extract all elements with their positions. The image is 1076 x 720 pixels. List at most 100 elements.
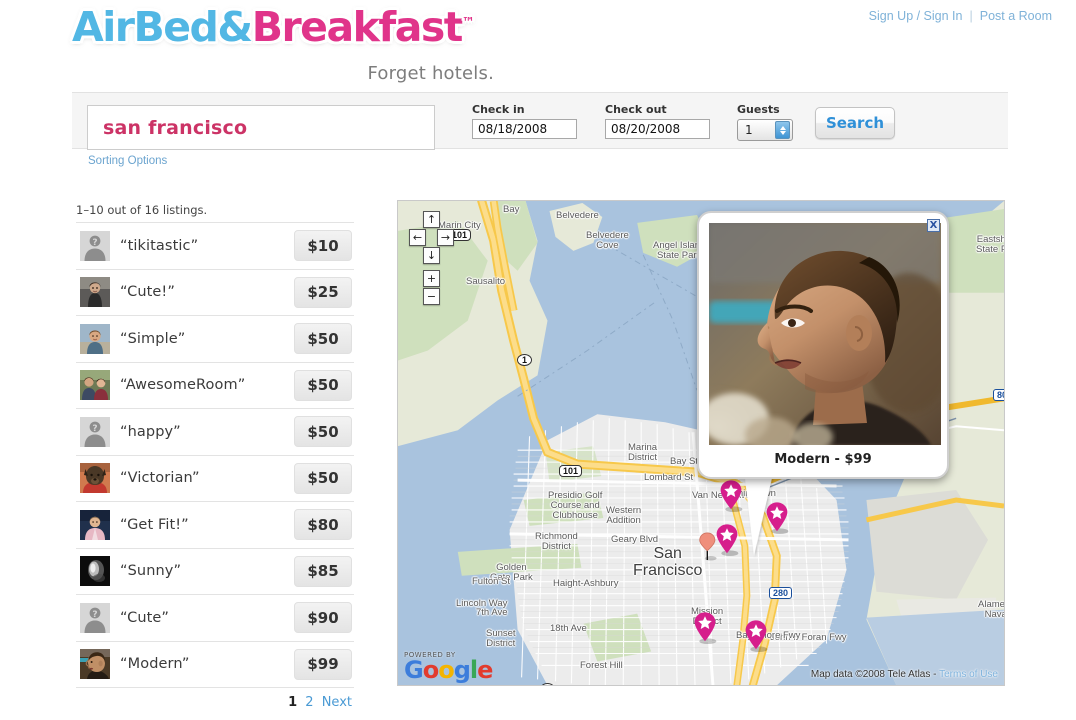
listing-price[interactable]: $99 bbox=[294, 648, 352, 680]
listing-title[interactable]: “happy” bbox=[120, 424, 294, 440]
listing-title[interactable]: “tikitastic” bbox=[120, 238, 294, 254]
checkout-input[interactable] bbox=[605, 119, 710, 139]
listing-row[interactable]: ? “happy” $50 bbox=[76, 408, 354, 455]
listing-count: 1–10 out of 16 listings. bbox=[76, 203, 208, 217]
site-logo[interactable]: AirBed&Breakfast™ Forget hotels. bbox=[72, 3, 494, 84]
infowindow: Modern - $99 X bbox=[697, 211, 949, 479]
listing-avatar[interactable] bbox=[80, 323, 110, 354]
pagination: 1 2 Next bbox=[76, 687, 354, 710]
site-header: AirBed&Breakfast™ Forget hotels. Sign Up… bbox=[0, 0, 1076, 95]
listing-row[interactable]: “Modern” $99 bbox=[76, 640, 354, 688]
google-wordmark: Google bbox=[404, 656, 493, 684]
listing-title[interactable]: “Get Fit!” bbox=[120, 517, 294, 533]
logo-airbed: AirBed bbox=[72, 3, 219, 51]
listing-avatar[interactable] bbox=[80, 649, 110, 680]
listing-row[interactable]: ? “Cute” $90 bbox=[76, 594, 354, 641]
listing-row[interactable]: “Cute!” $25 bbox=[76, 268, 354, 316]
checkin-label: Check in bbox=[472, 103, 525, 116]
svg-text:?: ? bbox=[92, 610, 97, 620]
listing-price[interactable]: $80 bbox=[294, 509, 352, 541]
account-links: Sign Up / Sign In | Post a Room bbox=[869, 9, 1052, 23]
listing-avatar[interactable]: ? bbox=[80, 230, 110, 261]
route-shield: 80 bbox=[993, 389, 1004, 401]
close-icon[interactable]: X bbox=[927, 219, 940, 232]
route-shield: 101 bbox=[559, 465, 583, 477]
sorting-options-link[interactable]: Sorting Options bbox=[88, 155, 167, 167]
listing-avatar[interactable]: ? bbox=[80, 602, 110, 633]
tagline: Forget hotels. bbox=[367, 63, 494, 84]
listing-row[interactable]: ? “tikitastic” $10 bbox=[76, 222, 354, 269]
map-marker-selected[interactable] bbox=[698, 531, 724, 565]
terms-of-use-link[interactable]: Terms of Use bbox=[939, 669, 998, 680]
infowindow-photo bbox=[709, 223, 941, 445]
google-letter: e bbox=[477, 656, 493, 684]
listing-price[interactable]: $50 bbox=[294, 462, 352, 494]
search-bar: Sorting Options Check in Check out Guest… bbox=[72, 92, 1008, 167]
map-pan-right-icon[interactable]: → bbox=[437, 229, 454, 246]
listing-avatar[interactable] bbox=[80, 370, 110, 401]
checkout-field-group: Check out bbox=[605, 103, 710, 139]
listing-title[interactable]: “AwesomeRoom” bbox=[120, 377, 294, 393]
listing-avatar[interactable] bbox=[80, 509, 110, 540]
map-marker-listing[interactable] bbox=[718, 479, 744, 513]
search-input[interactable] bbox=[87, 105, 435, 150]
listing-avatar[interactable] bbox=[80, 463, 110, 494]
map-attribution-text: Map data ©2008 Tele Atlas - bbox=[810, 669, 937, 680]
listing-title[interactable]: “Simple” bbox=[120, 331, 294, 347]
guests-label: Guests bbox=[737, 103, 780, 116]
listing-price[interactable]: $85 bbox=[294, 555, 352, 587]
map-zoom-in-icon[interactable]: + bbox=[423, 270, 440, 287]
map-pan-down-icon[interactable]: ↓ bbox=[423, 247, 440, 264]
signup-signin-link[interactable]: Sign Up / Sign In bbox=[869, 9, 963, 23]
map-marker-listing[interactable] bbox=[692, 611, 718, 645]
post-a-room-link[interactable]: Post a Room bbox=[980, 9, 1052, 23]
logo-text: AirBed&Breakfast™ bbox=[72, 3, 475, 51]
logo-breakfast: Breakfast bbox=[251, 3, 464, 51]
google-letter: o bbox=[438, 656, 454, 684]
listing-title[interactable]: “Victorian” bbox=[120, 470, 294, 486]
checkout-label: Check out bbox=[605, 103, 667, 116]
map-pan-up-icon[interactable]: ↑ bbox=[423, 211, 440, 228]
map-zoom-out-icon[interactable]: − bbox=[423, 288, 440, 305]
listing-row[interactable]: “AwesomeRoom” $50 bbox=[76, 361, 354, 409]
listing-row[interactable]: “Get Fit!” $80 bbox=[76, 501, 354, 548]
listing-row[interactable]: “Sunny” $85 bbox=[76, 547, 354, 595]
guests-stepper[interactable]: 1 bbox=[737, 119, 793, 141]
route-shield: 280 bbox=[769, 587, 793, 599]
listing-rows: ? “tikitastic” $10 “Cute!” $25 “Simple” $50 “Aw… bbox=[76, 222, 354, 687]
listing-price[interactable]: $50 bbox=[294, 416, 352, 448]
checkin-input[interactable] bbox=[472, 119, 577, 139]
listing-price[interactable]: $50 bbox=[294, 369, 352, 401]
listing-avatar[interactable] bbox=[80, 556, 110, 587]
listing-price[interactable]: $10 bbox=[294, 230, 352, 262]
map[interactable]: Bay Belvedere Belvedere Cove Angel Island S… bbox=[397, 200, 1005, 686]
svg-text:?: ? bbox=[92, 424, 97, 434]
google-logo: POWERED BY Google bbox=[404, 651, 493, 684]
listing-title[interactable]: “Cute” bbox=[120, 610, 294, 626]
listing-avatar[interactable]: ? bbox=[80, 416, 110, 447]
search-button[interactable]: Search bbox=[815, 107, 895, 139]
route-shield: 1 bbox=[517, 354, 532, 366]
pagination-page-2[interactable]: 2 bbox=[305, 695, 313, 710]
google-letter: o bbox=[422, 656, 439, 684]
stepper-arrows-icon[interactable] bbox=[775, 121, 790, 139]
links-separator: | bbox=[969, 9, 973, 23]
listing-title[interactable]: “Sunny” bbox=[120, 563, 294, 579]
checkin-field-group: Check in bbox=[472, 103, 577, 139]
listing-title[interactable]: “Modern” bbox=[120, 656, 294, 672]
listing-title[interactable]: “Cute!” bbox=[120, 284, 294, 300]
svg-text:?: ? bbox=[92, 238, 97, 248]
listing-price[interactable]: $25 bbox=[294, 276, 352, 308]
listing-avatar[interactable] bbox=[80, 277, 110, 308]
map-pan-left-icon[interactable]: ← bbox=[409, 229, 426, 246]
pagination-current-page[interactable]: 1 bbox=[288, 695, 297, 710]
logo-ampersand: & bbox=[217, 3, 253, 51]
listing-price[interactable]: $50 bbox=[294, 323, 352, 355]
map-marker-listing[interactable] bbox=[743, 619, 769, 653]
map-attribution: Map data ©2008 Tele Atlas - Terms of Use bbox=[811, 669, 998, 680]
listing-row[interactable]: “Simple” $50 bbox=[76, 315, 354, 362]
listings-panel: 1–10 out of 16 listings. ? “tikitastic” $1… bbox=[76, 203, 354, 710]
listing-row[interactable]: “Victorian” $50 bbox=[76, 454, 354, 502]
pagination-next[interactable]: Next bbox=[322, 695, 352, 710]
listing-price[interactable]: $90 bbox=[294, 602, 352, 634]
